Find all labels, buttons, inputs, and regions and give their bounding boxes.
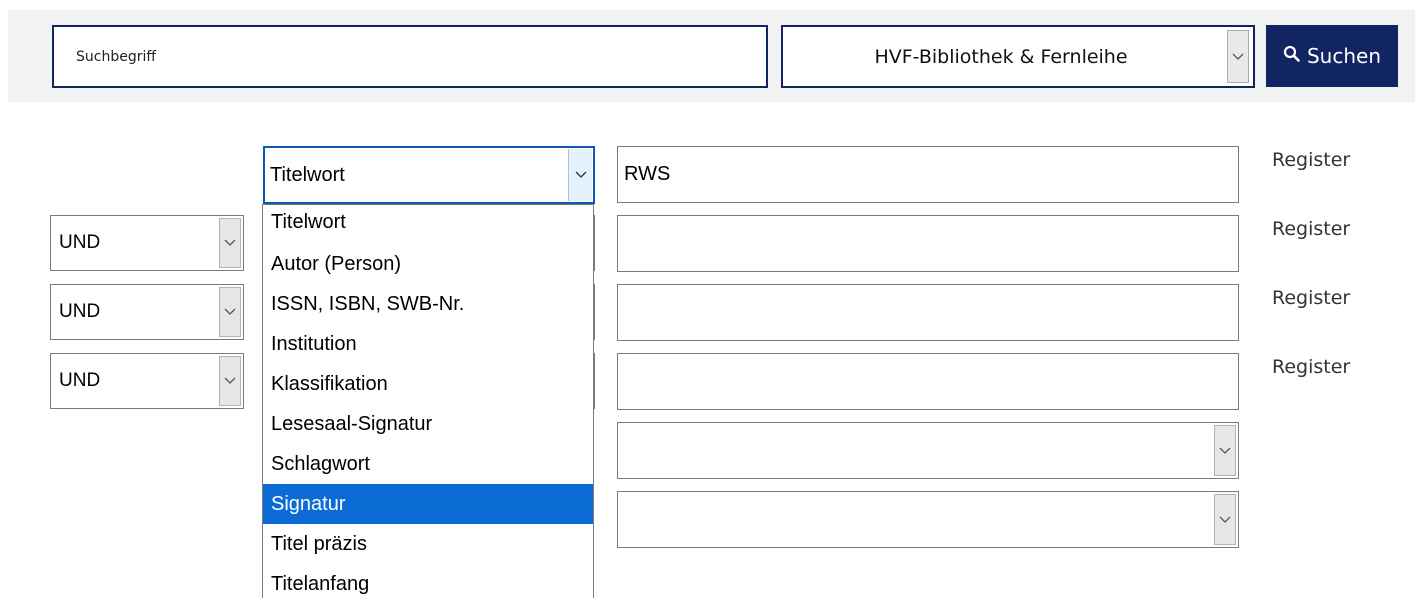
chevron-down-icon[interactable] — [219, 218, 241, 268]
dropdown-option[interactable]: Schlagwort — [263, 444, 593, 484]
search-button[interactable]: Suchen — [1266, 25, 1398, 87]
register-link-row-1[interactable]: Register — [1272, 149, 1350, 171]
dropdown-option-highlighted[interactable]: Signatur — [263, 484, 593, 524]
filter-select-2[interactable] — [617, 491, 1239, 548]
operator-select-row-4[interactable]: UND — [50, 353, 244, 409]
dropdown-option[interactable]: ISSN, ISBN, SWB-Nr. — [263, 284, 593, 324]
chevron-down-icon[interactable] — [568, 149, 592, 201]
chevron-down-icon[interactable] — [1214, 494, 1236, 545]
operator-select-value: UND — [59, 370, 101, 391]
chevron-down-icon[interactable] — [219, 356, 241, 406]
dropdown-option[interactable]: Titel präzis — [263, 524, 593, 564]
search-term-input-row-4[interactable] — [617, 353, 1239, 410]
register-link-row-3[interactable]: Register — [1272, 287, 1350, 309]
register-link-row-4[interactable]: Register — [1272, 356, 1350, 378]
search-term-input-row-2[interactable] — [617, 215, 1239, 272]
field-select-value: Titelwort — [270, 163, 345, 186]
register-link-row-2[interactable]: Register — [1272, 218, 1350, 240]
scope-select[interactable]: HVF-Bibliothek & Fernleihe — [781, 25, 1255, 88]
search-term-input-row-3[interactable] — [617, 284, 1239, 341]
operator-select-value: UND — [59, 232, 101, 253]
operator-select-value: UND — [59, 301, 101, 322]
dropdown-option[interactable]: Klassifikation — [263, 364, 593, 404]
field-select-row-1[interactable]: Titelwort — [263, 146, 595, 204]
dropdown-option[interactable]: Lesesaal-Signatur — [263, 404, 593, 444]
chevron-down-icon[interactable] — [1214, 425, 1236, 476]
dropdown-option[interactable]: Autor (Person) — [263, 244, 593, 284]
dropdown-option[interactable]: Titelanfang — [263, 564, 593, 598]
search-input[interactable] — [52, 25, 768, 88]
search-term-input-row-1[interactable] — [617, 146, 1239, 203]
search-button-label: Suchen — [1306, 44, 1382, 68]
chevron-down-icon[interactable] — [219, 287, 241, 337]
scope-select-value: HVF-Bibliothek & Fernleihe — [874, 45, 1128, 68]
operator-select-row-3[interactable]: UND — [50, 284, 244, 340]
filter-select-1[interactable] — [617, 422, 1239, 479]
operator-select-row-2[interactable]: UND — [50, 215, 244, 271]
dropdown-option[interactable]: Institution — [263, 324, 593, 364]
dropdown-option[interactable]: Titelwort — [263, 205, 593, 244]
field-dropdown-list: Titelwort Autor (Person) ISSN, ISBN, SWB… — [262, 204, 594, 598]
chevron-down-icon[interactable] — [1227, 30, 1249, 83]
search-icon — [1283, 44, 1301, 68]
